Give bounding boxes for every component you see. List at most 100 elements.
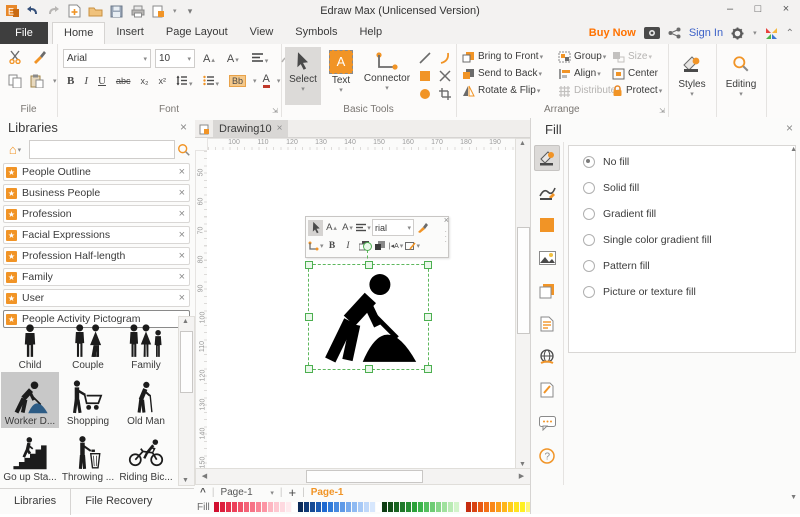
bring-to-front-button[interactable]: Bring to Front ▾ xyxy=(462,48,543,65)
close-fill-panel-icon[interactable]: × xyxy=(786,122,793,134)
font-size-select[interactable]: 10 ▾ xyxy=(155,49,195,68)
fill-option-gradient-fill[interactable]: Gradient fill xyxy=(583,204,795,224)
fill-option-single-color-gradient-fill[interactable]: Single color gradient fill xyxy=(583,230,795,250)
close-document-icon[interactable]: × xyxy=(277,123,283,135)
close-library-icon[interactable]: × xyxy=(179,250,185,262)
font-family-select[interactable]: Arial ▾ xyxy=(63,49,151,68)
paste-icon[interactable] xyxy=(30,74,44,88)
color-swatch[interactable] xyxy=(237,501,243,512)
color-swatch[interactable] xyxy=(303,501,309,512)
color-swatch[interactable] xyxy=(519,501,525,512)
mini-grow-font-button[interactable]: A ▴ xyxy=(324,220,339,236)
color-swatch[interactable] xyxy=(309,501,315,512)
radio-icon[interactable] xyxy=(583,286,595,298)
fill-option-solid-fill[interactable]: Solid fill xyxy=(583,178,795,198)
share-icon[interactable] xyxy=(668,27,681,39)
page-select[interactable]: Page-1 ▾ xyxy=(220,487,273,498)
color-swatch[interactable] xyxy=(231,501,237,512)
scroll-thumb[interactable] xyxy=(180,331,193,393)
connector-tool-button[interactable]: Connector ▾ xyxy=(361,47,413,92)
color-swatch[interactable] xyxy=(465,501,471,512)
color-swatch[interactable] xyxy=(219,501,225,512)
page-tab-active[interactable]: Page-1 xyxy=(311,487,344,498)
font-color-button[interactable]: A xyxy=(262,74,270,88)
library-item[interactable]: ★ Facial Expressions × xyxy=(3,226,190,244)
library-search-input[interactable] xyxy=(29,140,175,159)
tab-libraries[interactable]: Libraries xyxy=(0,489,72,515)
color-swatch[interactable] xyxy=(285,501,291,512)
library-item[interactable]: ★ User × xyxy=(3,289,190,307)
color-swatch[interactable] xyxy=(243,501,249,512)
picture-icon[interactable] xyxy=(535,246,559,270)
color-swatch[interactable] xyxy=(249,501,255,512)
color-swatch[interactable] xyxy=(279,501,285,512)
radio-icon[interactable] xyxy=(583,208,595,220)
close-library-icon[interactable]: × xyxy=(179,292,185,304)
color-swatch[interactable] xyxy=(387,501,393,512)
color-swatch[interactable] xyxy=(507,501,513,512)
color-swatch[interactable] xyxy=(417,501,423,512)
color-swatch[interactable] xyxy=(471,501,477,512)
color-swatch[interactable] xyxy=(513,501,519,512)
color-swatch[interactable] xyxy=(435,501,441,512)
text-tool-button[interactable]: A Text ▾ xyxy=(325,47,357,94)
handle-sw[interactable] xyxy=(305,365,313,373)
color-swatch[interactable] xyxy=(357,501,363,512)
mini-toolbar-more-icon[interactable]: · · · xyxy=(444,228,447,246)
sign-in-link[interactable]: Sign In xyxy=(689,27,723,39)
protect-button[interactable]: Protect ▾ xyxy=(612,82,662,99)
layers-icon[interactable] xyxy=(535,279,559,303)
close-library-icon[interactable]: × xyxy=(179,187,185,199)
freehand-tool-icon[interactable] xyxy=(439,70,451,82)
symbol-couple[interactable]: Couple xyxy=(59,316,117,372)
color-swatch[interactable] xyxy=(363,501,369,512)
color-swatch[interactable] xyxy=(477,501,483,512)
tab-page-layout[interactable]: Page Layout xyxy=(155,22,239,44)
scroll-down-icon[interactable]: ▼ xyxy=(179,477,192,484)
styles-button[interactable]: Styles ▾ xyxy=(672,47,712,98)
mini-toolbar-close-icon[interactable]: × xyxy=(444,215,449,225)
mini-connector-icon[interactable]: ▾ xyxy=(308,238,324,254)
color-swatch[interactable] xyxy=(423,501,429,512)
scroll-left-icon[interactable]: ◀ xyxy=(198,472,211,480)
scroll-right-icon[interactable]: ▶ xyxy=(515,472,528,480)
symbol-bicycle[interactable]: Riding Bic... xyxy=(117,428,175,484)
color-swatch[interactable] xyxy=(495,501,501,512)
font-dialog-launcher-icon[interactable]: ⇲ xyxy=(272,107,278,115)
arrange-dialog-launcher-icon[interactable]: ⇲ xyxy=(659,107,665,115)
search-icon[interactable] xyxy=(177,143,191,157)
library-item[interactable]: ★ Profession × xyxy=(3,205,190,223)
tab-help[interactable]: Help xyxy=(348,22,393,44)
color-swatch[interactable] xyxy=(339,501,345,512)
copy-icon[interactable] xyxy=(8,74,22,88)
handle-n[interactable] xyxy=(364,261,373,269)
editing-button[interactable]: Editing ▾ xyxy=(720,47,762,98)
superscript-button[interactable]: x² xyxy=(158,76,166,86)
color-swatch[interactable] xyxy=(411,501,417,512)
mini-text-position-button[interactable]: |◂A ▾ xyxy=(389,238,404,254)
strikethrough-button[interactable]: abc xyxy=(116,76,131,86)
handle-nw[interactable] xyxy=(305,261,313,269)
buy-now-link[interactable]: Buy Now xyxy=(589,27,636,39)
color-swatch[interactable] xyxy=(291,501,297,512)
collapse-ribbon-icon[interactable]: ⌃ xyxy=(786,28,794,39)
settings-gear-icon[interactable] xyxy=(731,27,744,40)
line-tool-icon[interactable] xyxy=(419,52,431,64)
hyperlink-globe-icon[interactable] xyxy=(535,345,559,369)
maximize-button[interactable]: □ xyxy=(744,0,772,21)
symbol-grid-scrollbar[interactable]: ▲ ▼ xyxy=(178,316,195,486)
handle-se[interactable] xyxy=(424,365,432,373)
bold-button[interactable]: B xyxy=(67,75,74,87)
mini-align-button[interactable]: ▾ xyxy=(356,220,371,236)
tab-file-recovery[interactable]: File Recovery xyxy=(71,489,166,515)
close-library-icon[interactable]: × xyxy=(179,166,185,178)
symbol-child[interactable]: Child xyxy=(1,316,59,372)
color-swatch[interactable] xyxy=(297,501,303,512)
library-item[interactable]: ★ Profession Half-length × xyxy=(3,247,190,265)
fill-option-no-fill[interactable]: No fill xyxy=(583,152,795,172)
collapse-pages-icon[interactable]: ^ xyxy=(200,487,206,498)
mini-shrink-font-button[interactable]: A ▾ xyxy=(340,220,355,236)
worker-digging-shape[interactable] xyxy=(315,270,420,364)
color-swatch[interactable] xyxy=(273,501,279,512)
paste-caret-icon[interactable]: ▾ xyxy=(53,77,57,85)
